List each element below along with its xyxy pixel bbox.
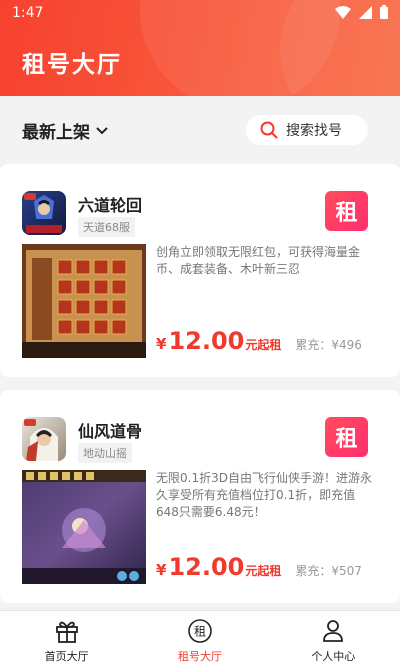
- status-time: 1:47: [12, 5, 44, 21]
- user-icon: [323, 620, 344, 642]
- battery-icon: [380, 5, 388, 19]
- sort-label: 最新上架: [22, 123, 90, 143]
- price-amount: 12.00: [168, 553, 245, 581]
- rent-badge[interactable]: 租: [325, 191, 368, 231]
- game-name: 仙风道骨: [78, 422, 143, 441]
- search-icon: [260, 121, 278, 139]
- price-currency: ¥: [156, 335, 167, 353]
- game-screenshot: [22, 244, 146, 358]
- price-row: ¥ 12.00 元起租 累充：¥507: [156, 553, 362, 581]
- game-name: 六道轮回: [78, 196, 143, 215]
- sort-dropdown[interactable]: 最新上架: [22, 118, 108, 143]
- rent-circle-icon: 租: [188, 619, 212, 643]
- svg-text:租: 租: [194, 625, 206, 639]
- price-amount: 12.00: [168, 327, 245, 355]
- status-bar: 1:47: [0, 0, 400, 26]
- tab-label: 租号大厅: [177, 650, 222, 663]
- search-button[interactable]: 搜索找号: [246, 115, 368, 145]
- chevron-down-icon: [96, 126, 108, 134]
- search-label: 搜索找号: [286, 123, 342, 139]
- game-icon: [22, 417, 66, 461]
- game-description: 无限0.1折3D自由飞行仙侠手游！进游永久享受所有充值档位打0.1折，即充值64…: [156, 471, 372, 519]
- tab-profile[interactable]: 个人中心: [267, 611, 400, 667]
- recharge-total: 累充：¥496: [295, 338, 362, 352]
- server-tag: 地动山摇: [78, 443, 132, 463]
- signal-icon: [359, 5, 372, 19]
- page-title: 租号大厅: [22, 52, 122, 78]
- price-unit: 元起租: [245, 564, 282, 578]
- header: 1:47 租号大厅: [0, 0, 400, 96]
- tab-label: 首页大厅: [44, 650, 89, 663]
- gift-icon: [55, 621, 78, 643]
- tab-label: 个人中心: [311, 650, 356, 663]
- tab-rent-hall[interactable]: 租 租号大厅: [133, 611, 266, 667]
- price-row: ¥ 12.00 元起租 累充：¥496: [156, 327, 362, 355]
- account-card[interactable]: 仙风道骨 地动山摇 租 无限0.1折3D自由飞行仙侠手游！进游永久享受所有充值档…: [0, 390, 400, 603]
- game-screenshot: [22, 470, 146, 584]
- filter-bar: 最新上架 搜索找号: [0, 96, 400, 164]
- bottom-tab-bar: 首页大厅 租 租号大厅 个人中心: [0, 610, 400, 667]
- account-card[interactable]: 六道轮回 天道68服 租 创角立即领取无限红包，可获得海量金币、成套装备、木叶新…: [0, 164, 400, 377]
- game-icon: [22, 191, 66, 235]
- server-tag: 天道68服: [78, 217, 135, 237]
- tab-home-hall[interactable]: 首页大厅: [0, 611, 133, 667]
- rent-badge[interactable]: 租: [325, 417, 368, 457]
- price-unit: 元起租: [245, 338, 282, 352]
- recharge-total: 累充：¥507: [295, 564, 362, 578]
- price-currency: ¥: [156, 561, 167, 579]
- wifi-icon: [335, 5, 351, 19]
- game-description: 创角立即领取无限红包，可获得海量金币、成套装备、木叶新三忍: [156, 245, 361, 276]
